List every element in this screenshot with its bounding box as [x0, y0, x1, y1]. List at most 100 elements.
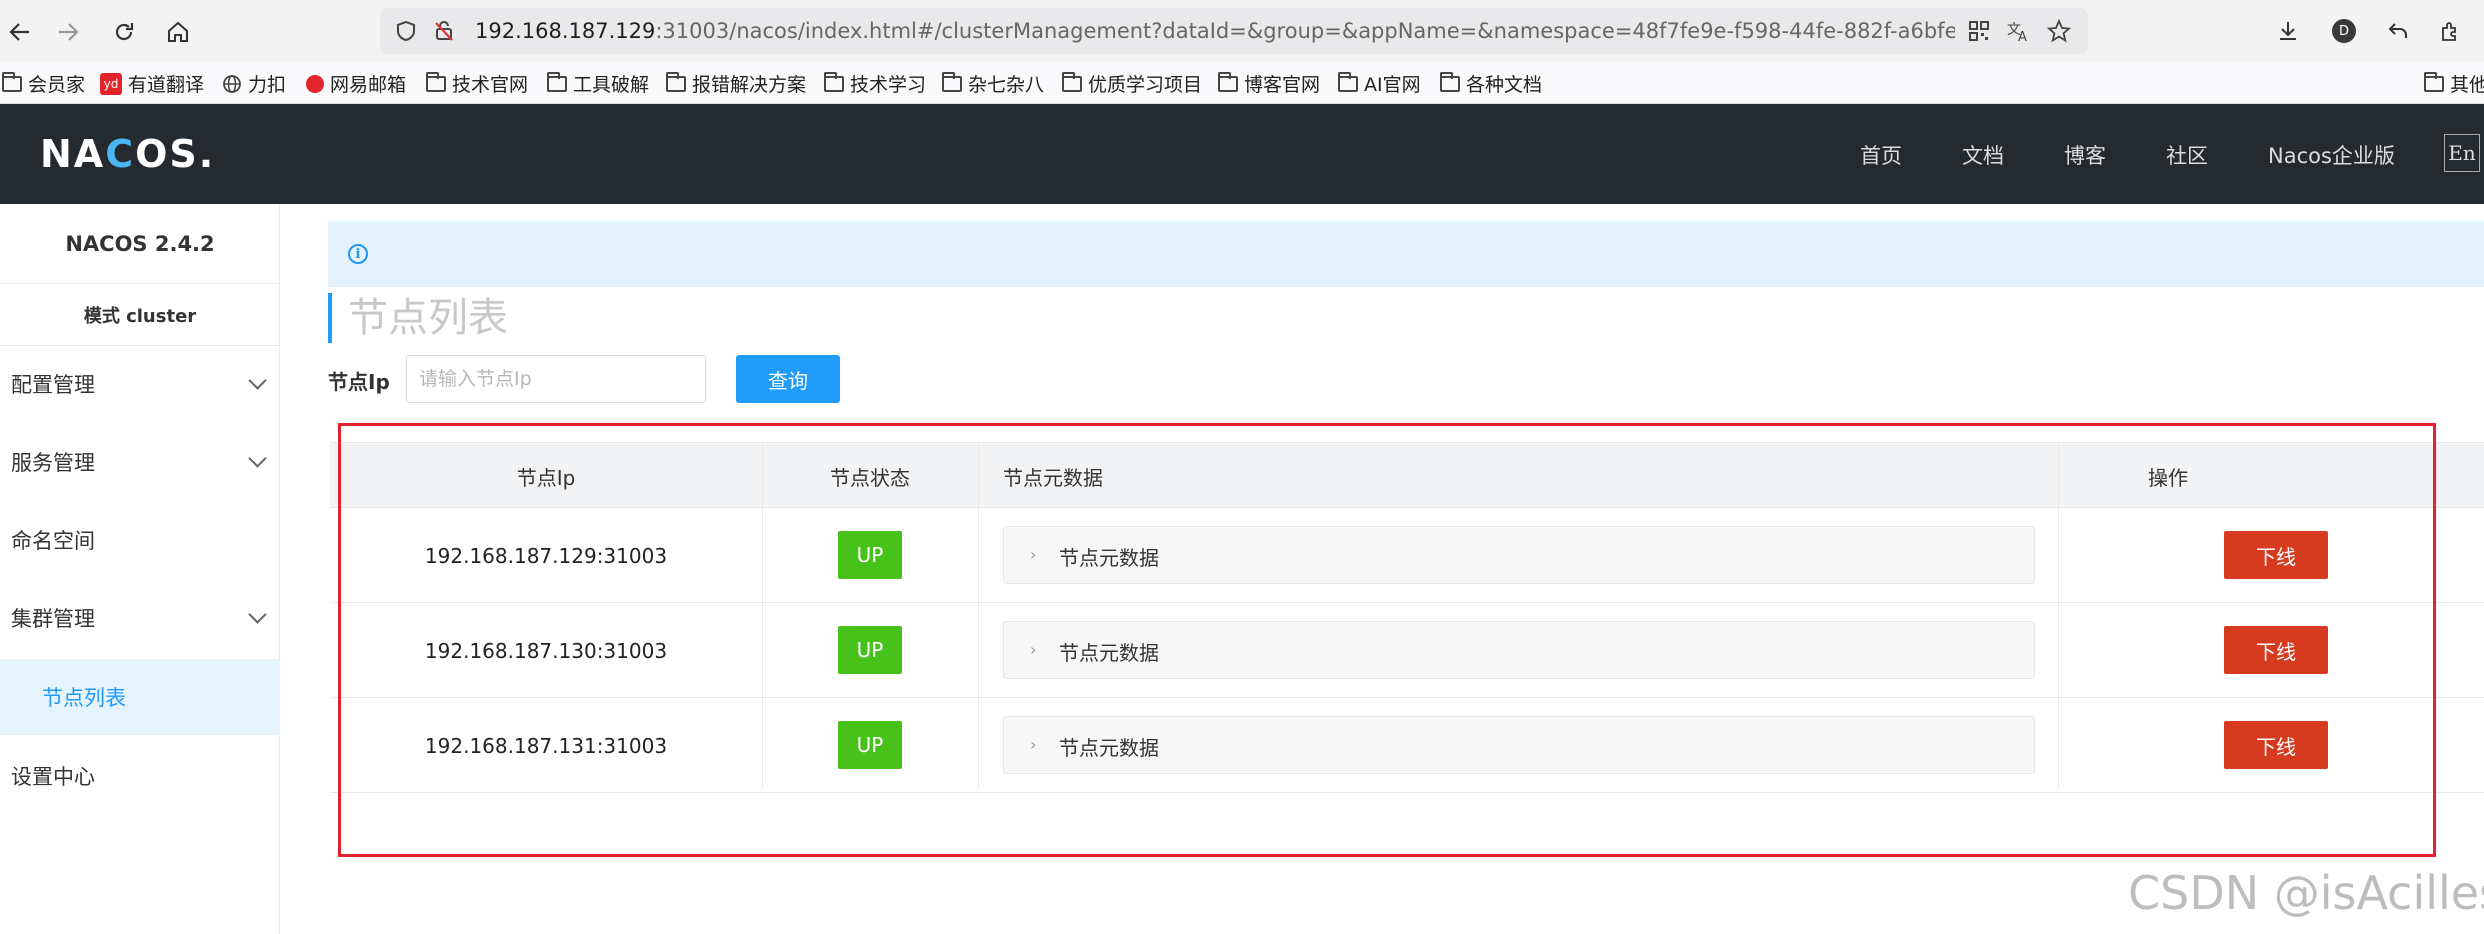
bookmark-label: AI官网 [1364, 74, 1421, 96]
language-switch-button[interactable]: En [2444, 134, 2480, 172]
nav-community[interactable]: 社区 [2166, 140, 2208, 170]
app-header: NACOS. 首页 文档 博客 社区 Nacos企业版 En [0, 104, 2484, 204]
url-host: 192.168.187.129 [475, 19, 656, 43]
bookmark-label: 杂七杂八 [968, 74, 1045, 96]
sidebar-item-label: 节点列表 [42, 686, 126, 710]
version-label: NACOS 2.4.2 [0, 204, 280, 284]
reload-icon [115, 23, 134, 41]
bookmark-item[interactable]: 技术学习 [824, 70, 926, 97]
bookmark-item[interactable]: 力扣 [222, 70, 286, 97]
nav-home[interactable]: 首页 [1860, 140, 1902, 170]
address-bar[interactable]: 192.168.187.129:31003/nacos/index.html#/… [380, 8, 2088, 54]
svg-text:A: A [2018, 30, 2027, 42]
bookmarks-bar: 会员家 yd 有道翻译 力扣 网易邮箱 技术官网 工具破解 报错解决方案 技术学习… [0, 62, 2484, 104]
extensions-button[interactable] [2432, 13, 2468, 49]
bookmark-label: 报错解决方案 [692, 74, 807, 96]
bookmark-label: 力扣 [248, 74, 287, 96]
mode-label: 模式 cluster [0, 284, 280, 346]
folder-icon [2424, 71, 2444, 92]
folder-icon [824, 71, 844, 92]
logo-part: NA [40, 132, 106, 176]
nav-enterprise[interactable]: Nacos企业版 [2268, 140, 2395, 170]
bookmark-item[interactable]: 各种文档 [1440, 70, 1542, 97]
chevron-down-icon [248, 371, 267, 390]
back-button[interactable] [0, 12, 40, 52]
folder-icon [666, 71, 686, 92]
page-title: 节点列表 [328, 293, 508, 343]
home-icon [168, 21, 188, 42]
sidebar-item-service[interactable]: 服务管理 [0, 424, 280, 500]
home-button[interactable] [158, 12, 198, 52]
folder-icon [2, 71, 22, 92]
bookmark-item[interactable]: 会员家 [2, 70, 85, 97]
globe-icon [223, 74, 241, 93]
bookmark-label: 工具破解 [573, 74, 650, 96]
undo-icon [2388, 23, 2407, 38]
chevron-down-icon [248, 605, 267, 624]
sidebar-item-settings[interactable]: 设置中心 [0, 738, 280, 814]
node-ip-input[interactable] [406, 355, 706, 403]
bookmark-item[interactable]: 优质学习项目 [1062, 70, 1202, 97]
bookmark-label: 技术官网 [452, 74, 529, 96]
download-button[interactable] [2270, 13, 2306, 49]
folder-icon [547, 71, 567, 92]
bookmark-label: 技术学习 [850, 74, 927, 96]
bookmark-label: 优质学习项目 [1088, 74, 1203, 96]
insecure-lock-icon[interactable] [432, 19, 456, 43]
forward-button[interactable] [48, 12, 88, 52]
undo-button[interactable] [2380, 13, 2416, 49]
forward-arrow-icon [59, 23, 79, 41]
bookmark-item[interactable]: AI官网 [1338, 70, 1421, 97]
bookmark-label: 网易邮箱 [330, 74, 407, 96]
folder-icon [942, 71, 962, 92]
query-button[interactable]: 查询 [736, 355, 840, 403]
folder-icon [426, 71, 446, 92]
bookmark-label: 其他 [2450, 74, 2484, 96]
bookmark-item[interactable]: 报错解决方案 [666, 70, 806, 97]
sidebar-item-label: 命名空间 [11, 529, 95, 553]
sidebar-item-cluster[interactable]: 集群管理 [0, 580, 280, 656]
shield-icon[interactable] [394, 19, 418, 43]
netease-icon [306, 74, 324, 93]
sidebar-item-label: 设置中心 [11, 765, 95, 789]
bookmark-item-other[interactable]: 其他 [2424, 70, 2484, 97]
back-arrow-icon [9, 23, 29, 41]
nav-blog[interactable]: 博客 [2064, 140, 2106, 170]
translate-icon[interactable]: 文A [2007, 19, 2031, 43]
qr-code-icon[interactable] [1967, 19, 1991, 43]
info-icon: i [348, 244, 368, 264]
bookmark-item[interactable]: 杂七杂八 [942, 70, 1044, 97]
folder-icon [1440, 71, 1460, 92]
nacos-logo[interactable]: NACOS. [40, 132, 215, 176]
bookmark-item[interactable]: 工具破解 [547, 70, 649, 97]
bookmark-label: 会员家 [28, 74, 86, 96]
folder-icon [1218, 71, 1238, 92]
sidebar-item-namespace[interactable]: 命名空间 [0, 502, 280, 578]
bookmark-item[interactable]: 技术官网 [426, 70, 528, 97]
download-icon [2280, 22, 2296, 40]
sidebar: NACOS 2.4.2 模式 cluster 配置管理 服务管理 命名空间 集群… [0, 204, 280, 934]
watermark: CSDN @isAcilles [2128, 866, 2484, 920]
sidebar-item-label: 服务管理 [11, 451, 95, 475]
youdao-icon: yd [100, 72, 122, 95]
nav-docs[interactable]: 文档 [1962, 140, 2004, 170]
browser-toolbar: 192.168.187.129:31003/nacos/index.html#/… [0, 0, 2484, 62]
bookmark-item[interactable]: 网易邮箱 [306, 70, 406, 97]
sidebar-item-label: 配置管理 [11, 373, 95, 397]
logo-part-accent: C [105, 132, 136, 176]
sidebar-item-node-list[interactable]: 节点列表 [0, 659, 280, 735]
bookmark-item[interactable]: 博客官网 [1218, 70, 1320, 97]
node-ip-label: 节点Ip [328, 370, 390, 394]
profile-button[interactable]: D [2326, 13, 2362, 49]
info-notice: i [328, 221, 2484, 287]
bookmark-label: 各种文档 [1466, 74, 1543, 96]
bookmark-label: 博客官网 [1244, 74, 1321, 96]
sidebar-item-label: 集群管理 [11, 607, 95, 631]
bookmark-item[interactable]: yd 有道翻译 [100, 70, 204, 97]
star-icon[interactable] [2047, 19, 2071, 43]
bookmark-label: 有道翻译 [128, 74, 205, 96]
sidebar-item-config[interactable]: 配置管理 [0, 346, 280, 422]
folder-icon [1338, 71, 1358, 92]
reload-button[interactable] [104, 12, 144, 52]
profile-avatar: D [2332, 19, 2356, 43]
